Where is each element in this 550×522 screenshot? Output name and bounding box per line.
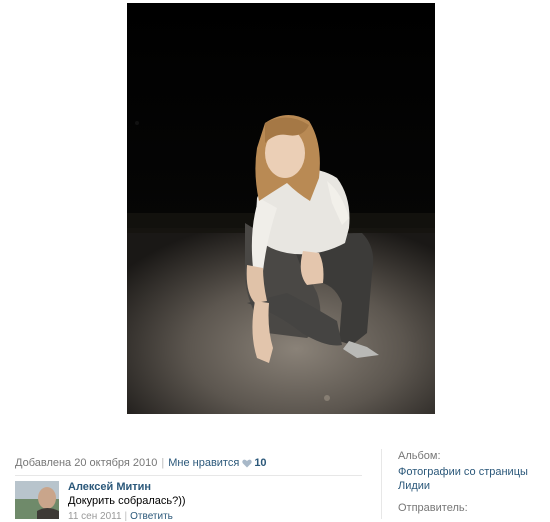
photo-sidebar: Альбом: Фотографии со страницы Лидии Отп… xyxy=(381,449,550,519)
album-link[interactable]: Фотографии со страницы Лидии xyxy=(398,465,528,493)
photo-meta: Добавлена 20 октября 2010 | Мне нравится 10 xyxy=(15,455,365,471)
sender-label: Отправитель: xyxy=(398,502,468,514)
photo-image xyxy=(127,3,435,414)
avatar[interactable] xyxy=(15,481,59,519)
photo[interactable] xyxy=(127,3,435,414)
divider xyxy=(15,475,362,476)
like-button[interactable]: Мне нравится xyxy=(168,457,239,469)
meta-separator: | xyxy=(161,457,165,469)
comment-footer: 11 сен 2011 | Ответить xyxy=(68,511,173,522)
comment-text: Докурить собралась?)) xyxy=(68,495,186,507)
like-count[interactable]: 10 xyxy=(254,457,266,469)
comment-separator: | xyxy=(124,511,128,522)
heart-icon[interactable] xyxy=(242,457,253,473)
added-date: Добавлена 20 октября 2010 xyxy=(15,457,158,469)
comment-author[interactable]: Алексей Митин xyxy=(68,481,151,493)
comment: Алексей Митин Докурить собралась?)) 11 с… xyxy=(15,481,365,522)
comment-date: 11 сен 2011 xyxy=(68,511,122,522)
reply-link[interactable]: Ответить xyxy=(130,511,173,522)
album-label: Альбом: xyxy=(398,450,441,462)
